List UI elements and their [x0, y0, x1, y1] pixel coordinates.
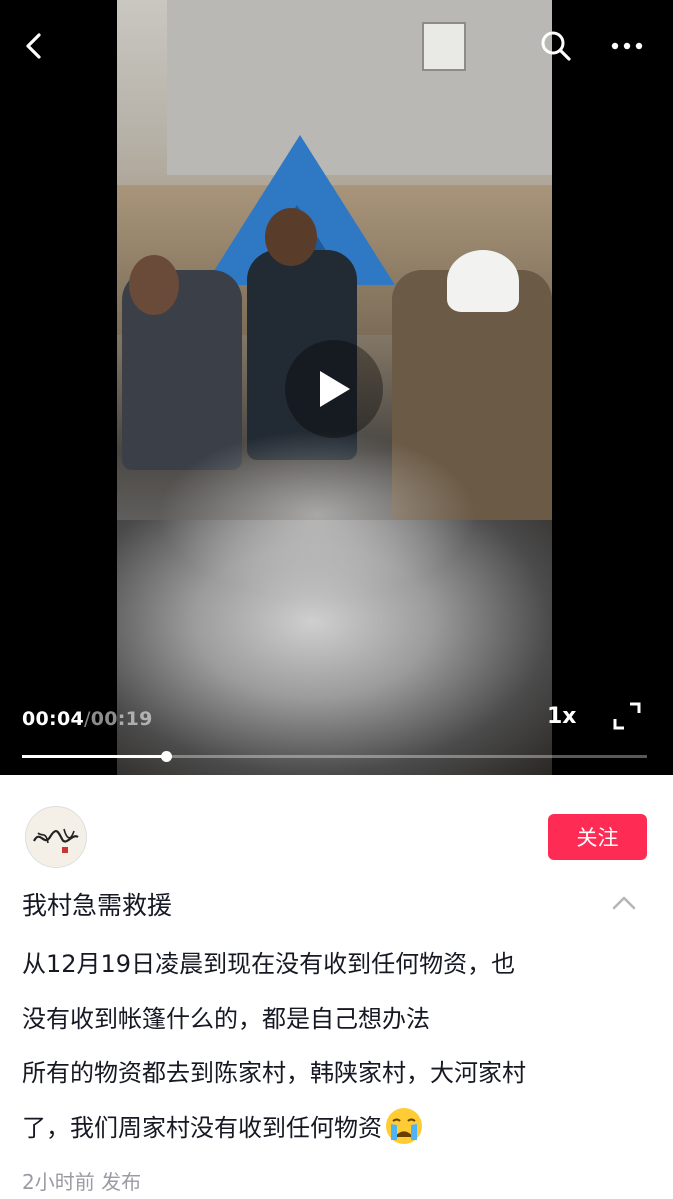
- time-display: 00:04/00:19: [22, 708, 153, 730]
- white-cap: [447, 250, 519, 312]
- chevron-up-icon: [612, 896, 636, 910]
- time-separator: /: [83, 708, 91, 730]
- more-button[interactable]: [603, 22, 651, 70]
- post-description-text: 了，我们周家村没有收到任何物资: [22, 1114, 382, 1142]
- play-button[interactable]: [285, 340, 383, 438]
- playback-speed-button[interactable]: 1x: [547, 704, 577, 729]
- progress-knob[interactable]: [160, 751, 172, 762]
- progress-bar[interactable]: [22, 751, 647, 762]
- publish-time: 2小时前 发布: [22, 1170, 142, 1194]
- total-duration: 00:19: [90, 708, 153, 730]
- play-icon: [320, 371, 350, 407]
- search-button[interactable]: [532, 22, 580, 70]
- person-head: [129, 255, 179, 315]
- collapse-button[interactable]: [606, 886, 642, 922]
- crying-face-emoji-icon: [382, 1106, 426, 1146]
- post-description-line: 没有收到帐篷什么的，都是自己想办法: [22, 1005, 430, 1033]
- video-player[interactable]: 00:04/00:19 1x: [0, 0, 673, 775]
- fullscreen-icon: [613, 702, 641, 730]
- author-avatar[interactable]: [25, 806, 87, 868]
- post-title: 我村急需救援: [22, 891, 173, 920]
- calligraphy-avatar-image: [26, 807, 86, 867]
- post-description-line: 从12月19日凌晨到现在没有收到任何物资，也: [22, 950, 516, 978]
- more-dots-icon: [611, 42, 643, 50]
- current-time: 00:04: [22, 708, 84, 730]
- child-head: [265, 208, 317, 266]
- fullscreen-button[interactable]: [611, 700, 643, 732]
- follow-button[interactable]: 关注: [548, 814, 647, 860]
- chevron-left-icon: [26, 33, 41, 59]
- post-description-line: 所有的物资都去到陈家村，韩陕家村，大河家村: [22, 1059, 526, 1087]
- progress-fill: [22, 755, 166, 758]
- smoke: [157, 430, 477, 600]
- post-description-line-last: 了，我们周家村没有收到任何物资: [22, 1106, 426, 1146]
- back-button[interactable]: [10, 22, 58, 70]
- search-icon: [541, 31, 571, 61]
